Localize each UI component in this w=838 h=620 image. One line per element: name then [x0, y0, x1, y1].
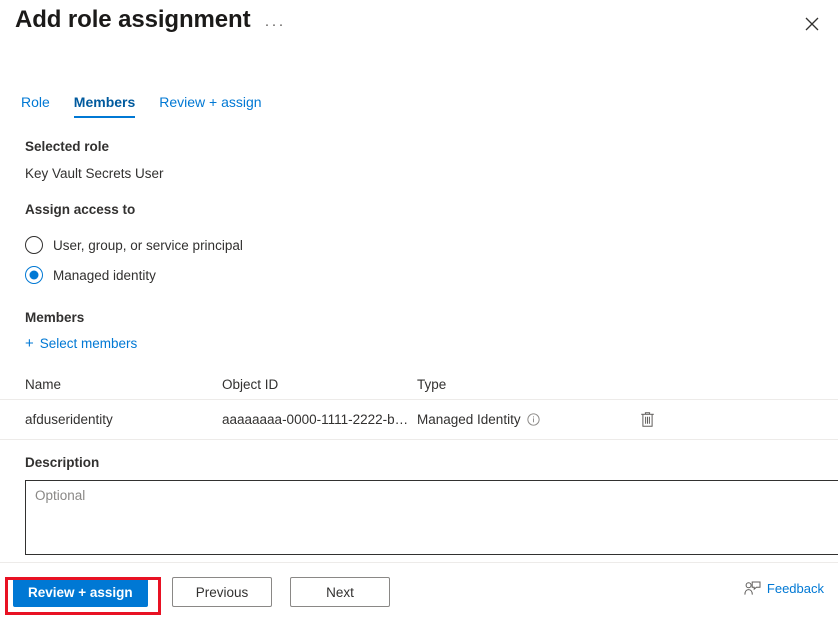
description-label: Description — [25, 455, 100, 470]
blade-footer: Review + assign Previous Next Feedback — [0, 562, 838, 620]
selected-role-value: Key Vault Secrets User — [25, 166, 164, 181]
members-label: Members — [25, 310, 85, 325]
page-title: Add role assignment — [15, 6, 251, 33]
cell-name: afduseridentity — [25, 412, 113, 427]
cell-actions — [617, 407, 838, 433]
review-and-assign-button[interactable]: Review + assign — [13, 577, 148, 607]
close-button[interactable] — [796, 8, 828, 40]
type-value: Managed Identity — [417, 412, 521, 427]
radio-managed-identity[interactable]: Managed identity — [25, 263, 838, 287]
tab-bar: Role Members Review + assign — [21, 86, 286, 118]
column-header-object-id: Object ID — [222, 377, 279, 392]
info-icon[interactable] — [526, 413, 540, 426]
radio-label: Managed identity — [53, 267, 156, 283]
tab-role[interactable]: Role — [21, 94, 50, 118]
tab-members[interactable]: Members — [73, 94, 136, 118]
previous-button[interactable]: Previous — [172, 577, 272, 607]
feedback-label: Feedback — [766, 581, 824, 596]
next-button[interactable]: Next — [290, 577, 390, 607]
add-role-assignment-blade: Add role assignment ··· Role Members Rev… — [0, 0, 838, 620]
radio-user-group-service-principal[interactable]: User, group, or service principal — [25, 233, 838, 257]
selected-role-label: Selected role — [25, 139, 110, 154]
members-table: Name Object ID Type afduseridentity aaaa… — [0, 370, 838, 440]
column-header-name: Name — [25, 377, 62, 392]
more-options-button[interactable]: ··· — [262, 14, 288, 34]
trash-icon — [640, 412, 654, 427]
blade-header: Add role assignment ··· — [0, 0, 838, 58]
select-members-label: Select members — [39, 336, 138, 351]
description-input[interactable] — [25, 480, 838, 555]
cell-object-id: aaaaaaaa-0000-1111-2222-bbbbbbbbbbbb — [222, 412, 417, 427]
assign-access-radio-group: User, group, or service principal Manage… — [0, 233, 838, 287]
table-header-row: Name Object ID Type — [0, 370, 838, 400]
column-header-type: Type — [417, 377, 447, 392]
select-members-link[interactable]: + Select members — [25, 336, 137, 351]
tab-review-assign[interactable]: Review + assign — [159, 94, 261, 118]
form-body: Selected role Key Vault Secrets User Ass… — [0, 138, 838, 353]
radio-icon — [25, 236, 43, 254]
feedback-link[interactable]: Feedback — [744, 581, 824, 596]
radio-selected-icon — [25, 266, 43, 284]
cell-type: Managed Identity — [417, 412, 617, 427]
plus-icon: + — [25, 335, 34, 352]
feedback-icon — [744, 581, 761, 596]
radio-label: User, group, or service principal — [53, 237, 243, 253]
close-icon — [805, 17, 819, 31]
delete-member-button[interactable] — [634, 407, 660, 433]
description-section: Description — [0, 455, 838, 560]
table-row: afduseridentity aaaaaaaa-0000-1111-2222-… — [0, 400, 838, 440]
assign-access-label: Assign access to — [25, 202, 136, 217]
object-id-value: aaaaaaaa-0000-1111-2222-bbbbbbbbbbbb — [222, 412, 412, 427]
